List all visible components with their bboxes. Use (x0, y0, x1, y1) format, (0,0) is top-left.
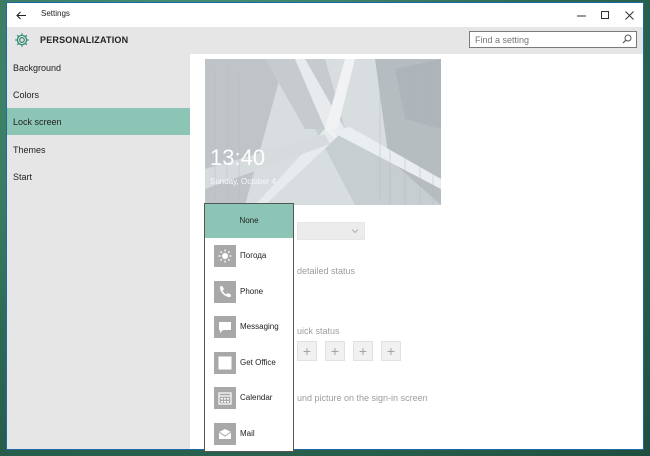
dropdown-item-label: Погода (240, 251, 267, 260)
dropdown-item-label: Get Office (240, 358, 276, 367)
lock-screen-preview: 13:40 Sunday, October 4 (205, 59, 441, 205)
search-icon (622, 34, 632, 44)
dropdown-item-mail[interactable]: Mail (205, 417, 293, 451)
office-icon (214, 352, 236, 374)
quick-status-add-button[interactable]: + (381, 341, 401, 361)
dropdown-item-label: Mail (240, 429, 255, 438)
window-title: Settings (41, 9, 70, 18)
dropdown-item-phone[interactable]: Phone (205, 275, 293, 309)
sidebar-item-label: Background (13, 63, 62, 73)
section-title: PERSONALIZATION (40, 35, 129, 45)
dropdown-item-calendar[interactable]: Calendar (205, 381, 293, 415)
lock-clock: 13:40 (210, 145, 266, 170)
chevron-down-icon (351, 229, 359, 234)
maximize-icon (600, 10, 609, 19)
plus-icon: + (330, 343, 340, 359)
back-button[interactable] (11, 6, 31, 24)
app-status-combobox[interactable] (297, 222, 365, 240)
search-input[interactable] (470, 32, 615, 47)
settings-window: Settings PERSONALIZATION Find a setting … (6, 2, 644, 450)
dropdown-item-label: Messaging (240, 322, 279, 331)
sidebar-item-colors[interactable]: Colors (7, 81, 190, 108)
title-bar: Settings (7, 3, 643, 27)
sidebar-item-lock-screen[interactable]: Lock screen (7, 108, 190, 135)
signin-background-label: und picture on the sign-in screen (297, 393, 428, 403)
sidebar-item-label: Colors (13, 90, 40, 100)
dropdown-item-weather[interactable]: Погода (205, 239, 293, 273)
quick-status-add-button[interactable]: + (297, 341, 317, 361)
messaging-icon (214, 316, 236, 338)
settings-header: PERSONALIZATION (7, 27, 643, 54)
search-box[interactable] (469, 31, 637, 48)
quick-status-add-button[interactable]: + (353, 341, 373, 361)
dropdown-item-get-office[interactable]: Get Office (205, 346, 293, 380)
quick-status-label: uick status (297, 326, 340, 336)
plus-icon: + (386, 343, 396, 359)
sidebar-item-background[interactable]: Background (7, 54, 190, 81)
sidebar-item-label: Lock screen (13, 117, 62, 127)
sidebar-item-label: Themes (13, 145, 46, 155)
minimize-button[interactable] (570, 5, 592, 25)
sidebar-item-label: Start (13, 172, 33, 182)
maximize-button[interactable] (594, 5, 616, 25)
sidebar: Background Colors Lock screen Themes Sta… (7, 54, 190, 449)
dropdown-item-messaging[interactable]: Messaging (205, 310, 293, 344)
phone-icon (214, 281, 236, 303)
mail-icon (214, 423, 236, 445)
dropdown-item-label: None (239, 216, 259, 225)
sidebar-item-themes[interactable]: Themes (7, 136, 190, 163)
minimize-icon (576, 15, 586, 16)
gear-icon (15, 33, 29, 47)
dropdown-item-label: Phone (240, 287, 264, 296)
lock-date: Sunday, October 4 (210, 177, 277, 186)
plus-icon: + (358, 343, 368, 359)
close-icon (624, 10, 634, 20)
back-arrow-icon (15, 11, 26, 19)
plus-icon: + (302, 343, 312, 359)
weather-icon (214, 245, 236, 267)
close-button[interactable] (618, 5, 640, 25)
calendar-icon (214, 387, 236, 409)
dropdown-item-label: Calendar (240, 393, 273, 402)
quick-status-add-button[interactable]: + (325, 341, 345, 361)
dropdown-item-none[interactable]: None (205, 204, 293, 238)
app-picker-dropdown: None Погода Phone Messaging Get Office C… (204, 203, 294, 452)
sidebar-item-start[interactable]: Start (7, 163, 190, 190)
detailed-status-label: detailed status (297, 266, 356, 276)
